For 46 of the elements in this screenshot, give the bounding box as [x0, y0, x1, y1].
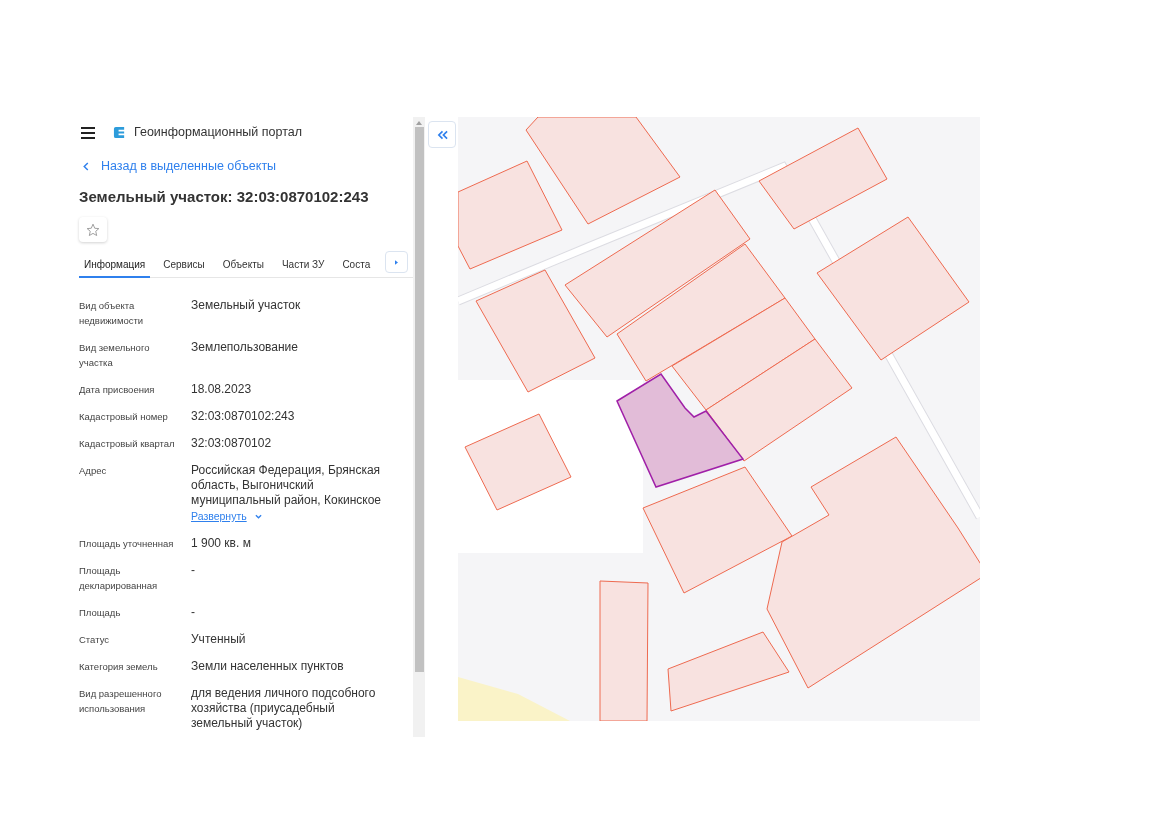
- property-label: Вид объекта недвижимости: [79, 299, 145, 328]
- back-link[interactable]: Назад в выделенные объекты: [83, 157, 277, 176]
- property-label: Кадастровый квартал: [79, 437, 176, 451]
- tab[interactable]: Части ЗУ: [276, 252, 330, 278]
- object-title: Земельный участок: 32:03:0870102:243: [79, 186, 370, 207]
- menu-icon[interactable]: [81, 126, 95, 139]
- property-label: Площадь декларированная: [79, 564, 159, 593]
- tab[interactable]: Объекты: [217, 252, 269, 278]
- property-label: Дата присвоения: [79, 383, 156, 397]
- property-label: Кадастровый номер: [79, 410, 169, 424]
- property-value: Учтенный: [191, 632, 247, 647]
- favorite-button[interactable]: [79, 217, 107, 242]
- double-chevron-left-icon: [436, 129, 448, 140]
- property-label: Статус: [79, 633, 111, 647]
- property-value: 1 900 кв. м: [191, 536, 252, 551]
- scroll-up-icon[interactable]: [416, 121, 422, 125]
- property-value: для ведения личного подсобного хозяйства (приусадебный земельный участок): [191, 686, 377, 731]
- property-label: Площадь уточненная: [79, 537, 175, 551]
- caret-right-icon: [395, 259, 399, 265]
- property-value: -: [191, 563, 196, 578]
- expand-link[interactable]: Развернуть: [191, 509, 262, 524]
- property-value: 32:03:0870102: [191, 436, 273, 451]
- scrollbar-thumb[interactable]: [414, 127, 424, 672]
- property-label: Площадь: [79, 606, 122, 620]
- property-value: -: [191, 605, 196, 620]
- logo-icon: [113, 126, 126, 140]
- property-label: Вид земельного участка: [79, 341, 151, 370]
- app-title: Геоинформационный портал: [134, 124, 303, 142]
- property-value: Земельный участок: [191, 298, 302, 313]
- tab[interactable]: Сервисы: [158, 252, 210, 278]
- tab[interactable]: Соста: [337, 252, 376, 278]
- chevron-down-icon: [254, 514, 262, 519]
- tab[interactable]: Информация: [79, 252, 151, 278]
- property-value: Земли населенных пунктов: [191, 659, 345, 674]
- property-label: Категория земель: [79, 660, 159, 674]
- property-value: 32:03:0870102:243: [191, 409, 296, 424]
- scrollbar[interactable]: [413, 117, 425, 737]
- scroll-tabs-button[interactable]: [385, 251, 409, 273]
- property-value: 18.08.2023: [191, 382, 253, 397]
- property-label: Вид разрешенного использования: [79, 687, 163, 716]
- chevron-left-icon: [83, 161, 89, 171]
- property-value: Российская Федерация, Брянская область, Выгоничский муниципальный район, Кокинское: [191, 463, 382, 508]
- property-value: Землепользование: [191, 340, 299, 355]
- collapse-panel-button[interactable]: [428, 121, 456, 148]
- property-label: Адрес: [79, 464, 108, 478]
- star-icon: [86, 222, 100, 237]
